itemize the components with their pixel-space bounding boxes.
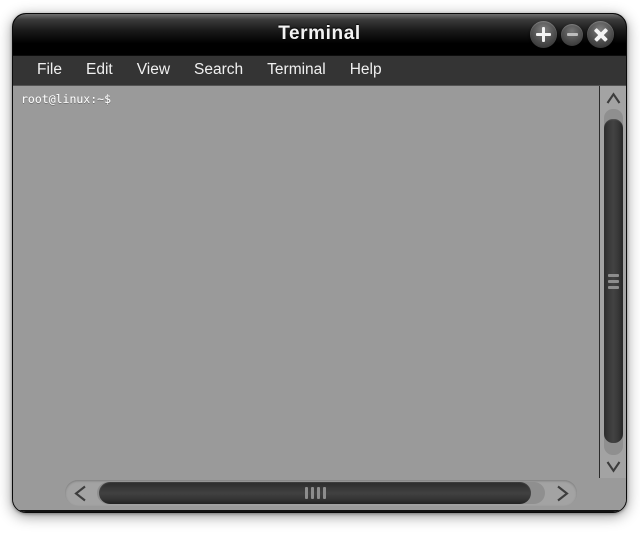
terminal-text-area[interactable]: root@linux:~$ [13, 86, 599, 478]
vertical-scrollbar-trough[interactable] [603, 109, 623, 455]
minimize-button[interactable] [561, 23, 583, 46]
scroll-right-arrow-icon[interactable] [547, 481, 577, 505]
menu-item-file[interactable]: File [25, 59, 74, 82]
horizontal-scrollbar-row [13, 478, 626, 512]
grip-line [607, 273, 619, 277]
menu-item-search[interactable]: Search [182, 59, 255, 82]
close-button[interactable] [587, 21, 614, 48]
grip-line [607, 279, 619, 283]
vertical-scrollbar[interactable] [599, 86, 626, 478]
scroll-down-arrow-icon[interactable] [604, 456, 623, 476]
menu-item-view[interactable]: View [125, 59, 182, 82]
menu-item-terminal[interactable]: Terminal [255, 59, 338, 82]
terminal-content-row: root@linux:~$ [13, 86, 626, 478]
terminal-body: root@linux:~$ [13, 86, 626, 512]
horizontal-scrollbar[interactable] [65, 480, 577, 506]
scroll-up-arrow-icon[interactable] [604, 88, 623, 108]
terminal-prompt-line: root@linux:~$ [21, 92, 112, 106]
scroll-left-arrow-icon[interactable] [65, 481, 95, 505]
window-titlebar[interactable]: Terminal [13, 14, 626, 55]
grip-line [316, 487, 320, 499]
grip-line [322, 487, 326, 499]
window-controls [530, 21, 614, 48]
menu-item-help[interactable]: Help [338, 59, 394, 82]
terminal-window: Terminal File Edit View Search Terminal … [12, 13, 627, 513]
menubar: File Edit View Search Terminal Help [13, 55, 626, 86]
vertical-scrollbar-thumb[interactable] [603, 119, 623, 443]
horizontal-scrollbar-trough[interactable] [97, 482, 545, 504]
horizontal-scrollbar-thumb[interactable] [99, 482, 531, 504]
menu-item-edit[interactable]: Edit [74, 59, 125, 82]
grip-line [304, 487, 308, 499]
grip-line [607, 285, 619, 289]
grip-line [310, 487, 314, 499]
maximize-button[interactable] [530, 21, 557, 48]
